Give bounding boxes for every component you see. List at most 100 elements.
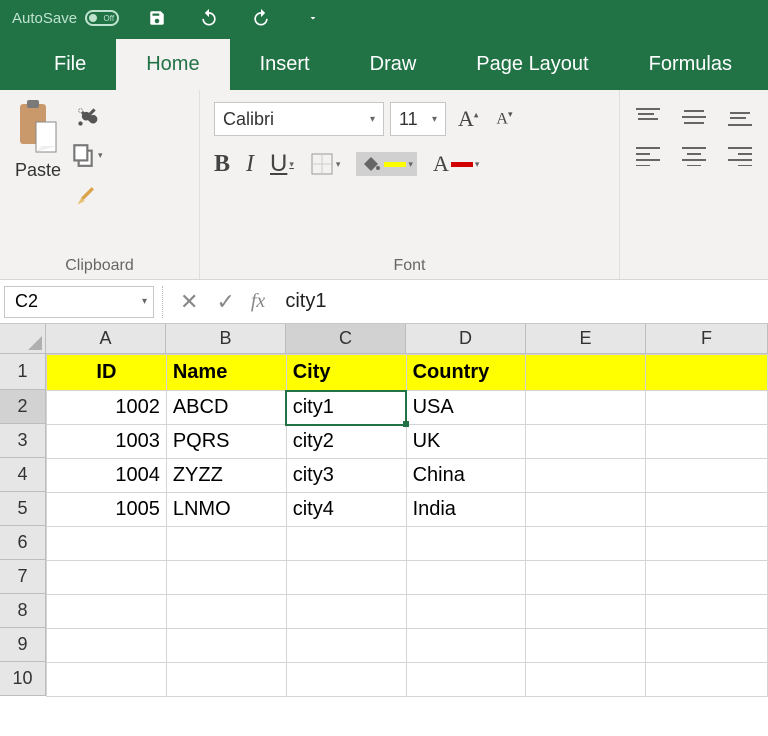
row-header-6[interactable]: 6 [0,526,46,560]
row-header-1[interactable]: 1 [0,354,46,390]
cell-E4[interactable] [526,459,646,493]
paste-button[interactable]: Paste [14,98,62,181]
font-size-combo[interactable]: 11▾ [390,102,446,136]
cell-F5[interactable] [646,493,768,527]
cell-A3[interactable]: 1003 [47,425,167,459]
copy-button[interactable]: ▾ [70,142,104,168]
cell-F1[interactable] [646,355,768,391]
cell-C10[interactable] [286,663,406,697]
bold-button[interactable]: B [214,151,230,178]
italic-button[interactable]: I [246,151,254,178]
cell-D1[interactable]: Country [406,355,526,391]
cell-B1[interactable]: Name [166,355,286,391]
cell-F7[interactable] [646,561,768,595]
decrease-font-button[interactable]: A▾ [490,109,518,128]
autosave-toggle[interactable]: AutoSave Off [12,10,119,27]
col-header-B[interactable]: B [166,324,286,354]
row-header-7[interactable]: 7 [0,560,46,594]
tab-draw[interactable]: Draw [340,39,447,90]
col-header-E[interactable]: E [526,324,646,354]
select-all-corner[interactable] [0,324,46,354]
cell-E5[interactable] [526,493,646,527]
col-header-C[interactable]: C [286,324,406,354]
cell-F9[interactable] [646,629,768,663]
cell-A6[interactable] [47,527,167,561]
cell-B7[interactable] [166,561,286,595]
undo-button[interactable] [195,4,223,32]
cell-F6[interactable] [646,527,768,561]
cell-A10[interactable] [47,663,167,697]
cell-E9[interactable] [526,629,646,663]
cell-D6[interactable] [406,527,526,561]
align-middle-button[interactable] [680,106,708,128]
font-color-button[interactable]: A▾ [433,151,479,177]
cell-C4[interactable]: city3 [286,459,406,493]
cell-F8[interactable] [646,595,768,629]
cut-button[interactable] [70,102,104,132]
cell-C7[interactable] [286,561,406,595]
cell-B10[interactable] [166,663,286,697]
accept-entry-button[interactable]: ✓ [216,289,234,315]
cell-E2[interactable] [526,391,646,425]
cell-F3[interactable] [646,425,768,459]
cell-D7[interactable] [406,561,526,595]
cell-C5[interactable]: city4 [286,493,406,527]
cell-C1[interactable]: City [286,355,406,391]
col-header-D[interactable]: D [406,324,526,354]
cell-B2[interactable]: ABCD [166,391,286,425]
cell-F2[interactable] [646,391,768,425]
name-box[interactable]: C2▾ [4,286,154,318]
row-header-8[interactable]: 8 [0,594,46,628]
cell-A7[interactable] [47,561,167,595]
increase-font-button[interactable]: A▴ [452,106,484,132]
cell-D10[interactable] [406,663,526,697]
cell-B5[interactable]: LNMO [166,493,286,527]
underline-button[interactable]: U▾ [270,150,294,178]
cell-A8[interactable] [47,595,167,629]
cell-A4[interactable]: 1004 [47,459,167,493]
row-header-10[interactable]: 10 [0,662,46,696]
row-header-4[interactable]: 4 [0,458,46,492]
cell-D2[interactable]: USA [406,391,526,425]
row-header-2[interactable]: 2 [0,390,46,424]
align-left-button[interactable] [634,144,662,166]
cell-B6[interactable] [166,527,286,561]
tab-home[interactable]: Home [116,39,229,90]
cell-D8[interactable] [406,595,526,629]
cell-C3[interactable]: city2 [286,425,406,459]
cell-B4[interactable]: ZYZZ [166,459,286,493]
cancel-entry-button[interactable]: ✕ [180,289,198,315]
cell-D9[interactable] [406,629,526,663]
cell-A5[interactable]: 1005 [47,493,167,527]
align-right-button[interactable] [726,144,754,166]
row-header-3[interactable]: 3 [0,424,46,458]
cell-E1[interactable] [526,355,646,391]
cell-D3[interactable]: UK [406,425,526,459]
align-top-button[interactable] [634,106,662,128]
save-button[interactable] [143,4,171,32]
fill-color-button[interactable]: ▾ [356,152,417,176]
row-header-9[interactable]: 9 [0,628,46,662]
cell-E6[interactable] [526,527,646,561]
cell-E7[interactable] [526,561,646,595]
autosave-switch-off[interactable]: Off [85,10,119,26]
col-header-F[interactable]: F [646,324,768,354]
cell-C6[interactable] [286,527,406,561]
cell-B8[interactable] [166,595,286,629]
formula-input[interactable] [279,290,768,313]
tab-page-layout[interactable]: Page Layout [446,39,618,90]
align-bottom-button[interactable] [726,106,754,128]
col-header-A[interactable]: A [46,324,166,354]
cell-A1[interactable]: ID [47,355,167,391]
font-name-combo[interactable]: Calibri▾ [214,102,384,136]
cell-E10[interactable] [526,663,646,697]
cell-B3[interactable]: PQRS [166,425,286,459]
redo-button[interactable] [247,4,275,32]
cell-E8[interactable] [526,595,646,629]
borders-button[interactable]: ▾ [310,152,341,176]
cell-D5[interactable]: India [406,493,526,527]
format-painter-button[interactable] [70,178,104,208]
cell-C9[interactable] [286,629,406,663]
row-header-5[interactable]: 5 [0,492,46,526]
tab-file[interactable]: File [24,39,116,90]
